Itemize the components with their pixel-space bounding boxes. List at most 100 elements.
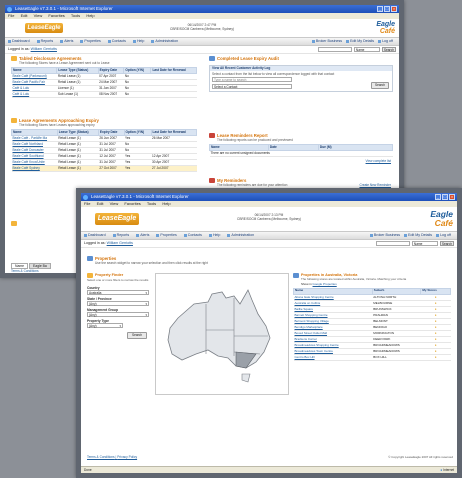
maximize-icon[interactable]: □ — [442, 194, 448, 200]
front-browser-window: LeaseEagle v7.3.0.1 - Microsoft Internet… — [81, 193, 457, 473]
close-icon[interactable]: × — [449, 194, 455, 200]
nav-contacts[interactable]: Contacts — [108, 39, 126, 43]
leaseeagle-logo: LeaseEagle — [25, 23, 63, 33]
property-search-button[interactable]: Search — [127, 331, 147, 339]
logged-in-label: Logged in as: — [84, 241, 106, 245]
privacy-link[interactable]: Privacy Policy — [117, 455, 137, 459]
nav-dashboard[interactable]: Dashboard — [8, 39, 30, 43]
terms-link[interactable]: Terms & Conditions — [87, 455, 115, 459]
panel-title: Completed Lease Expiry Audit — [217, 56, 279, 61]
country-select[interactable]: Australia — [87, 289, 149, 295]
close-icon[interactable]: × — [391, 6, 397, 12]
nav-log-off[interactable]: Log off — [378, 39, 393, 43]
nav-alerts[interactable]: Alerts — [60, 39, 73, 43]
state-select[interactable]: (Any) — [87, 300, 149, 306]
back-terms-link[interactable]: Terms & Conditions — [11, 269, 39, 273]
google-properties-link[interactable]: Google Properties — [313, 282, 337, 286]
list-icon — [293, 273, 299, 278]
nav-reports[interactable]: Reports — [113, 233, 130, 237]
status-bar: Done ● Internet — [81, 466, 457, 473]
panel-desc: The following Stores have Leases approac… — [19, 123, 95, 127]
menu-tools[interactable]: Tools — [71, 13, 80, 18]
nav-help[interactable]: Help — [209, 233, 220, 237]
empty-message: There are no current unsigned documents — [209, 150, 393, 157]
nav-reports[interactable]: Reports — [37, 39, 54, 43]
search-button[interactable]: Search — [439, 241, 454, 246]
property-finder-panel: Property Finder Select one or more filte… — [87, 273, 149, 340]
eagle-cafe-logo: Eagle Café — [376, 21, 395, 35]
contact-search-button[interactable]: Search — [371, 82, 389, 89]
front-search: Name Search — [375, 241, 454, 246]
menu-favorites[interactable]: Favorites — [124, 201, 140, 206]
nav-broker-business[interactable]: Broker Business — [312, 39, 342, 43]
nav-administration[interactable]: Administration — [227, 233, 254, 237]
panel-title: Property Finder — [95, 273, 124, 277]
create-reminder-link[interactable]: Create New Reminder — [359, 183, 391, 187]
table-row: Café & Lulu Sub Lease (1) 08 Nov 2007 No — [11, 91, 197, 98]
minimize-icon[interactable]: _ — [377, 6, 383, 12]
menu-edit[interactable]: Edit — [21, 13, 28, 18]
status-done: Done — [84, 468, 92, 472]
leaseeagle-logo: LeaseEagle — [95, 213, 139, 225]
view-complete-list-link[interactable]: View complete list — [366, 159, 391, 163]
nav-broker-business[interactable]: Broker Business — [370, 233, 400, 237]
nav-contacts[interactable]: Contacts — [184, 233, 202, 237]
menu-favorites[interactable]: Favorites — [48, 13, 64, 18]
ie-icon — [83, 194, 88, 200]
menu-file[interactable]: File — [8, 13, 14, 18]
maximize-icon[interactable]: □ — [384, 6, 390, 12]
panel-title: Tabled Disclosure Agreements — [19, 56, 82, 61]
contacts-icon — [209, 56, 215, 61]
globe-icon: ● — [440, 468, 443, 472]
nav-help[interactable]: Help — [133, 39, 144, 43]
show-in-label: Show in — [301, 281, 312, 286]
search-button[interactable]: Search — [381, 47, 396, 52]
page-title: Properties — [95, 256, 117, 261]
page-heading: Properties Use the search widget to narr… — [87, 256, 447, 265]
back-search: Name Search — [317, 47, 396, 52]
contact-search-input[interactable]: Type a name to search — [212, 77, 292, 82]
panel-title: Lease Reminders Report — [217, 133, 268, 138]
ie-icon — [7, 6, 12, 12]
nav-properties[interactable]: Properties — [80, 39, 100, 43]
logged-in-user-link[interactable]: William Gerriotts — [107, 241, 133, 245]
nav-edit-details[interactable]: Edit My Details — [346, 39, 374, 43]
menu-help[interactable]: Help — [86, 13, 94, 18]
minimize-icon[interactable]: _ — [435, 194, 441, 200]
management-group-select[interactable]: (Any) — [87, 311, 149, 317]
logged-in-user-link[interactable]: William Gerriotts — [31, 47, 57, 51]
building-icon — [87, 256, 93, 261]
nav-alerts[interactable]: Alerts — [136, 233, 149, 237]
nav-dashboard[interactable]: Dashboard — [84, 233, 106, 237]
search-field-select[interactable]: Name — [353, 47, 380, 52]
menu-help[interactable]: Help — [162, 201, 170, 206]
page-desc: Use the search widget to narrow your sel… — [95, 261, 208, 265]
menu-edit[interactable]: Edit — [97, 201, 104, 206]
menu-view[interactable]: View — [34, 13, 43, 18]
panel-desc: The following reports can be produced an… — [217, 138, 293, 142]
panel-title: Lease Agreements Approaching Expiry — [19, 118, 99, 123]
menu-file[interactable]: File — [84, 201, 90, 206]
tabled-disclosure-table: Name Lease Type (Status) Expiry Date Opt… — [10, 67, 197, 98]
nav-log-off[interactable]: Log off — [436, 233, 451, 237]
search-input[interactable] — [317, 47, 352, 52]
menu-tools[interactable]: Tools — [147, 201, 156, 206]
search-field-select[interactable]: Name — [411, 241, 438, 246]
front-app-header: LeaseEagle 06/14/2007 2:13 PM CBRE/SOCM … — [81, 207, 457, 231]
nav-properties[interactable]: Properties — [156, 233, 176, 237]
document-icon — [209, 133, 215, 138]
search-input[interactable] — [375, 241, 410, 246]
contact-select[interactable]: Select a Contact — [212, 84, 292, 89]
store-icon[interactable]: ● — [420, 354, 451, 361]
table-row: Centro Box Hill BOX HILL ● — [293, 354, 451, 361]
australia-map[interactable] — [155, 273, 289, 395]
folder-icon — [11, 56, 17, 61]
nav-edit-details[interactable]: Edit My Details — [404, 233, 432, 237]
back-app-header: LeaseEagle 06/14/2007 2:47 PM CBRE/SOCM … — [5, 19, 399, 37]
lease-expiry-table: Name Lease Type (Status) Expiry Date Opt… — [11, 129, 198, 172]
nav-administration[interactable]: Administration — [151, 39, 178, 43]
table-row: Beale Café Sydney Retail Lease (1) 27 Oct … — [11, 165, 197, 172]
panel-completed-audit: Completed Lease Expiry Audit View All Re… — [209, 56, 393, 92]
menu-view[interactable]: View — [110, 201, 119, 206]
property-type-select[interactable]: (Any) — [87, 322, 123, 328]
